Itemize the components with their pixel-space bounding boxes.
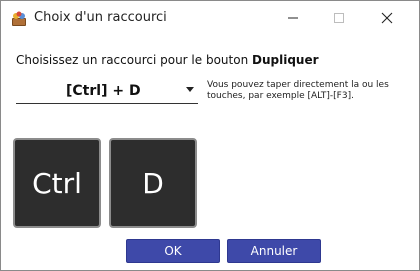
key-d: D — [109, 138, 197, 228]
maximize-icon — [333, 9, 345, 28]
title-bar: Choix d'un raccourci — [1, 1, 419, 35]
maximize-button[interactable] — [316, 1, 362, 35]
prompt-label: Choisissez un raccourci pour le bouton — [16, 53, 252, 67]
shortcut-value: [Ctrl] + D — [66, 83, 141, 99]
window-title: Choix d'un raccourci — [34, 10, 167, 25]
chevron-down-icon — [186, 87, 194, 92]
minimize-button[interactable] — [270, 1, 316, 35]
shortcut-dropdown[interactable]: [Ctrl] + D — [16, 79, 198, 104]
prompt-target: Dupliquer — [252, 53, 319, 67]
minimize-icon — [287, 9, 299, 28]
close-icon — [381, 9, 393, 28]
ok-button[interactable]: OK — [126, 239, 220, 263]
app-icon — [11, 11, 27, 27]
shortcut-dialog: Choix d'un raccourci Choisissez un racco… — [0, 0, 420, 271]
help-text: Vous pouvez taper directement la ou les … — [207, 80, 389, 101]
prompt-text: Choisissez un raccourci pour le bouton D… — [16, 53, 319, 67]
key-ctrl: Ctrl — [13, 138, 101, 228]
close-button[interactable] — [364, 1, 410, 35]
cancel-button[interactable]: Annuler — [227, 239, 321, 263]
